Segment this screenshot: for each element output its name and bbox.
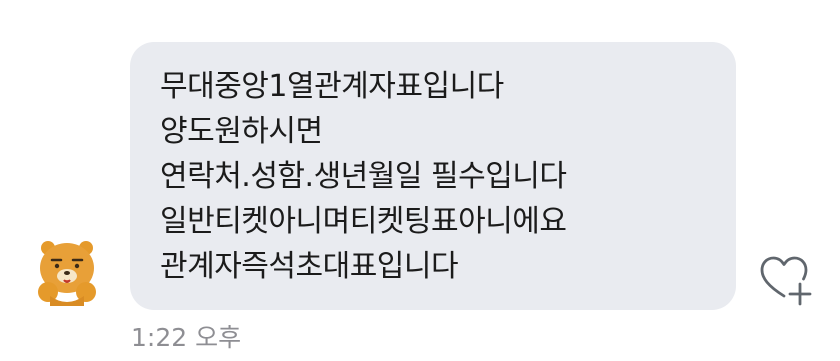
- ryan-character-avatar-icon: [38, 241, 96, 306]
- message-line: 무대중앙1열관계자표입니다: [160, 69, 504, 104]
- sender-avatar[interactable]: [36, 236, 98, 306]
- message-timestamp: 1:22 오후: [131, 323, 242, 352]
- message-line: 양도원하시면: [160, 114, 323, 149]
- heart-plus-icon: [760, 256, 812, 306]
- message-line: 연락처.성함.생년월일 필수입니다: [160, 159, 567, 194]
- message-line: 일반티켓아니며티켓팅표아니에요: [160, 204, 567, 239]
- message-bubble[interactable]: 무대중앙1열관계자표입니다 양도원하시면 연락처.성함.생년월일 필수입니다 일…: [130, 42, 736, 310]
- like-button[interactable]: [760, 256, 814, 308]
- message-line: 관계자즉석초대표입니다: [160, 249, 459, 284]
- chat-message-row: 무대중앙1열관계자표입니다 양도원하시면 연락처.성함.생년월일 필수입니다 일…: [0, 0, 840, 361]
